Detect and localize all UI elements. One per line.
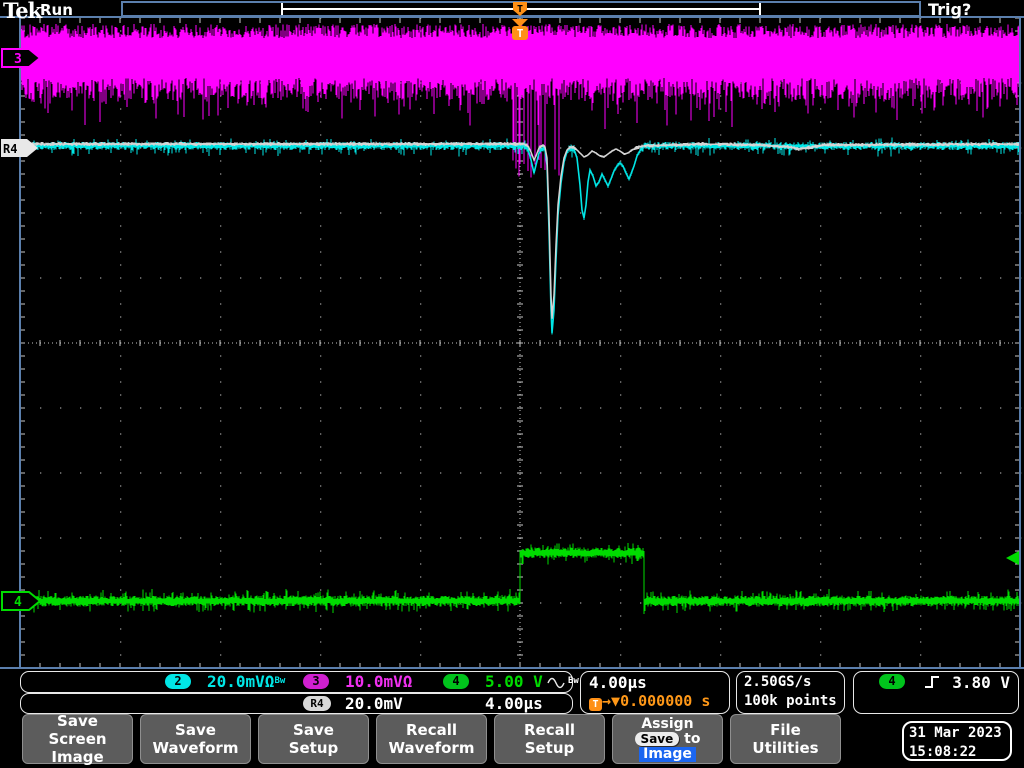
trigger-delay-readout: T →▼0.000000 s (589, 692, 710, 711)
trigger-position-marker[interactable]: T (512, 19, 528, 40)
ch4-bw-icon: Bw (568, 676, 579, 686)
save-screen-image-button[interactable]: Save Screen Image (22, 712, 133, 766)
ref4-timebase: 4.00µs (485, 694, 543, 713)
ch3-scale: 10.0mVΩ (345, 672, 413, 691)
rising-edge-icon (925, 676, 939, 688)
trigger-status: Trig? (928, 0, 972, 19)
waveform-display: T T 3 R4 4 (0, 1, 1024, 669)
oscilloscope-screen: T T 3 R4 4 Tek Run Trig? 2 20.0mVΩBw 3 1… (0, 0, 1024, 768)
image-highlight: Image (639, 746, 696, 762)
ch4-badge[interactable]: 4 (443, 674, 469, 689)
trigger-level: 3.80 V (952, 673, 1010, 692)
button-label: Save to (613, 731, 722, 747)
button-label: Assign (641, 715, 694, 732)
button-label: File (770, 721, 801, 739)
ch2-badge[interactable]: 2 (165, 674, 191, 689)
button-label: Waveform (388, 739, 475, 757)
recall-waveform-button[interactable]: Recall Waveform (376, 714, 487, 764)
tek-logo: Tek (3, 0, 42, 23)
button-label: Recall (405, 721, 458, 739)
trigger-source-badge[interactable]: 4 (879, 674, 905, 689)
trigger-bar-marker[interactable]: T (513, 2, 527, 16)
horizontal-readout-box[interactable]: 4.00µs T →▼0.000000 s (580, 671, 730, 714)
svg-text:R4: R4 (3, 142, 17, 156)
button-label: Setup (288, 739, 339, 757)
record-length: 100k points (744, 693, 837, 709)
acquisition-readout-box[interactable]: 2.50GS/s 100k points (736, 671, 845, 714)
time-label: 15:08:22 (909, 744, 977, 760)
assign-save-to-image-button[interactable]: Assign Save to Image (612, 714, 723, 764)
waveform-type-icon (547, 677, 565, 689)
button-label: Utilities (752, 739, 819, 757)
ch2-scale: 20.0mVΩBw (207, 672, 286, 691)
datetime-box: 31 Mar 2023 15:08:22 (902, 721, 1012, 761)
svg-text:4: 4 (14, 595, 22, 610)
button-label: Screen Image (48, 730, 107, 766)
button-label: Waveform (152, 739, 239, 757)
sample-rate: 2.50GS/s (744, 674, 812, 690)
ref4-badge[interactable]: R4 (303, 696, 331, 711)
button-label: Setup (524, 739, 575, 757)
file-utilities-button[interactable]: File Utilities (730, 714, 841, 764)
svg-text:T: T (517, 27, 524, 40)
acquisition-preview-bar: T (121, 1, 921, 17)
ref-readout-box[interactable]: R4 20.0mV 4.00µs (20, 693, 573, 714)
ch3-badge[interactable]: 3 (303, 674, 329, 689)
trigger-level-arrow[interactable] (1006, 551, 1019, 565)
button-label: Save (175, 721, 216, 739)
button-label: Recall (523, 721, 576, 739)
recall-setup-button[interactable]: Recall Setup (494, 714, 605, 764)
date-label: 31 Mar 2023 (909, 725, 1002, 741)
ref4-scale: 20.0mV (345, 694, 403, 713)
button-label: Save (293, 721, 334, 739)
trigger-t-icon: T (589, 698, 602, 711)
save-waveform-button[interactable]: Save Waveform (140, 714, 251, 764)
channel-readout-box[interactable]: 2 20.0mVΩBw 3 10.0mVΩ 4 5.00 V Bw (20, 671, 579, 693)
save-setup-button[interactable]: Save Setup (258, 714, 369, 764)
ch4-scale: 5.00 V (485, 672, 543, 691)
acquisition-status: Run (40, 1, 73, 19)
button-label: Save (57, 712, 98, 730)
horizontal-scale: 4.00µs (589, 673, 647, 692)
save-key-pill: Save (634, 731, 680, 746)
ref4-marker[interactable]: R4 (1, 139, 38, 157)
svg-text:T: T (517, 4, 523, 15)
svg-text:3: 3 (14, 52, 22, 67)
button-label: Image (613, 746, 722, 762)
trigger-readout-box[interactable]: 4 3.80 V (853, 671, 1019, 714)
